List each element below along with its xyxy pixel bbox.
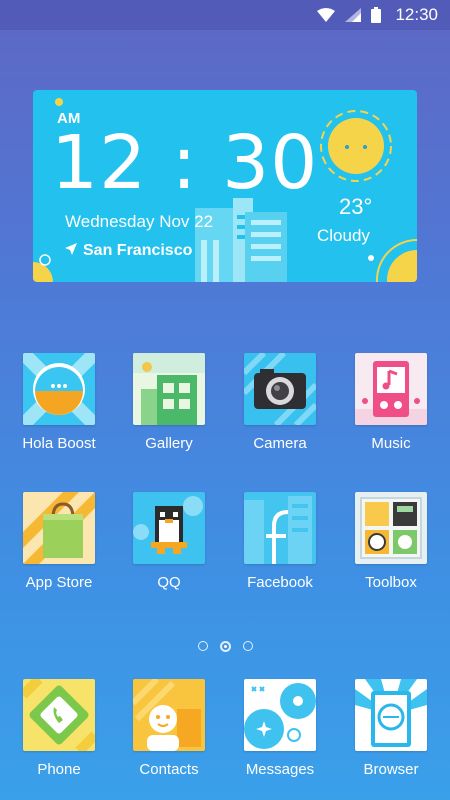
music-icon <box>355 353 427 425</box>
widget-date: Wednesday Nov 22 <box>65 212 214 231</box>
widget-condition: Cloudy <box>317 226 370 245</box>
widget-time: 12 : 30 <box>51 120 319 206</box>
app-music[interactable]: Music <box>346 353 436 452</box>
camera-icon <box>244 353 316 425</box>
app-label: QQ <box>157 574 181 591</box>
app-label: Camera <box>253 435 307 452</box>
location-arrow-icon <box>65 242 77 260</box>
hola-boost-icon <box>23 353 95 425</box>
page-dot[interactable] <box>242 641 253 651</box>
browser-icon <box>355 679 427 751</box>
cell-signal-icon <box>345 8 362 22</box>
app-browser[interactable]: Browser <box>346 679 436 778</box>
app-hola-boost[interactable]: Hola Boost <box>14 353 104 452</box>
qq-penguin-icon <box>133 492 205 564</box>
app-facebook[interactable]: Facebook <box>235 492 325 591</box>
gallery-icon <box>133 353 205 425</box>
widget-temperature: 23° <box>339 194 373 219</box>
app-label: Contacts <box>139 761 199 778</box>
widget-location: San Francisco <box>65 242 192 260</box>
app-label: Gallery <box>145 435 193 452</box>
app-label: Toolbox <box>365 574 417 591</box>
app-phone[interactable]: Phone <box>14 679 104 778</box>
app-label: App Store <box>25 574 93 591</box>
widget-city: San Francisco <box>83 242 193 259</box>
app-messages[interactable]: Messages <box>235 679 325 778</box>
page-dot-active[interactable] <box>219 641 231 652</box>
app-label: Messages <box>245 761 315 778</box>
messages-icon <box>244 679 316 751</box>
phone-icon <box>23 679 95 751</box>
app-store-icon <box>23 492 95 564</box>
app-camera[interactable]: Camera <box>235 353 325 452</box>
app-label: Facebook <box>247 574 313 591</box>
status-bar: 12:30 <box>0 0 450 30</box>
app-label: Browser <box>363 761 419 778</box>
app-contacts[interactable]: Contacts <box>124 679 214 778</box>
contacts-icon <box>133 679 205 751</box>
app-qq[interactable]: QQ <box>124 492 214 591</box>
facebook-icon <box>244 492 316 564</box>
battery-icon <box>371 7 382 23</box>
app-label: Hola Boost <box>22 435 96 452</box>
page-indicator[interactable] <box>0 641 450 652</box>
app-app-store[interactable]: App Store <box>14 492 104 591</box>
app-gallery[interactable]: Gallery <box>124 353 214 452</box>
app-label: Phone <box>37 761 81 778</box>
wifi-icon <box>317 8 336 22</box>
status-time: 12:30 <box>395 5 438 24</box>
app-toolbox[interactable]: Toolbox <box>346 492 436 591</box>
app-label: Music <box>371 435 411 452</box>
page-dot[interactable] <box>197 641 208 651</box>
toolbox-icon <box>355 492 427 564</box>
clock-weather-widget[interactable]: AM 12 : 30 Wednesday Nov 22 San Francisc… <box>33 90 417 282</box>
